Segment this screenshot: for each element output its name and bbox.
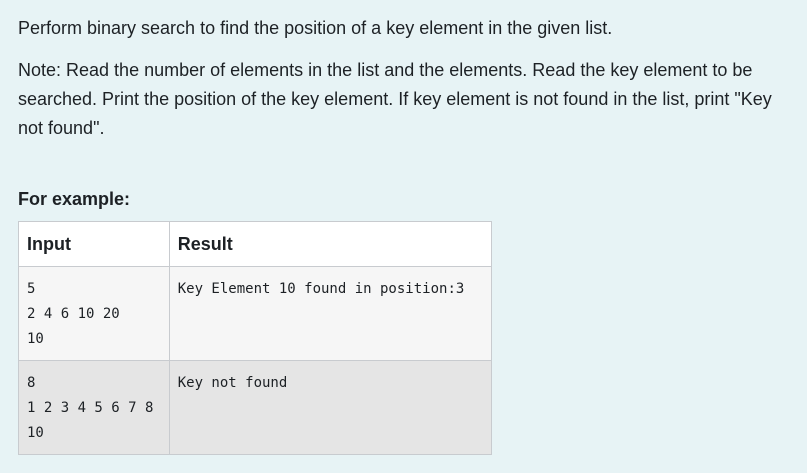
- table-row: 5 2 4 6 10 20 10 Key Element 10 found in…: [18, 266, 493, 361]
- result-line: Key Element 10 found in position:3: [177, 281, 465, 297]
- input-line: 8: [27, 375, 36, 391]
- input-line: 1 2 3 4 5 6 7 8: [27, 400, 154, 416]
- input-line: 5: [27, 281, 36, 297]
- table-row: 8 1 2 3 4 5 6 7 8 10 Key not found: [18, 360, 493, 455]
- input-cell: 8 1 2 3 4 5 6 7 8 10: [18, 360, 170, 455]
- input-cell: 5 2 4 6 10 20 10: [18, 266, 170, 361]
- input-line: 10: [27, 425, 44, 441]
- examples-heading: For example:: [18, 189, 131, 209]
- result-column-header: Result: [168, 221, 493, 267]
- examples-header-row: Input Result: [18, 221, 493, 267]
- input-column-header: Input: [18, 221, 170, 267]
- problem-note: Note: Read the number of elements in the…: [18, 60, 772, 138]
- input-line: 2 4 6 10 20: [27, 306, 120, 322]
- input-line: 10: [27, 331, 44, 347]
- result-cell: Key not found: [168, 360, 493, 455]
- problem-statement: Perform binary search to find the positi…: [18, 18, 613, 38]
- result-line: Key not found: [177, 375, 288, 391]
- result-cell: Key Element 10 found in position:3: [168, 266, 493, 361]
- question-content: Perform binary search to find the positi…: [18, 14, 793, 210]
- examples-table: Input Result 5 2 4 6 10 20 10 Key Elemen…: [18, 221, 493, 455]
